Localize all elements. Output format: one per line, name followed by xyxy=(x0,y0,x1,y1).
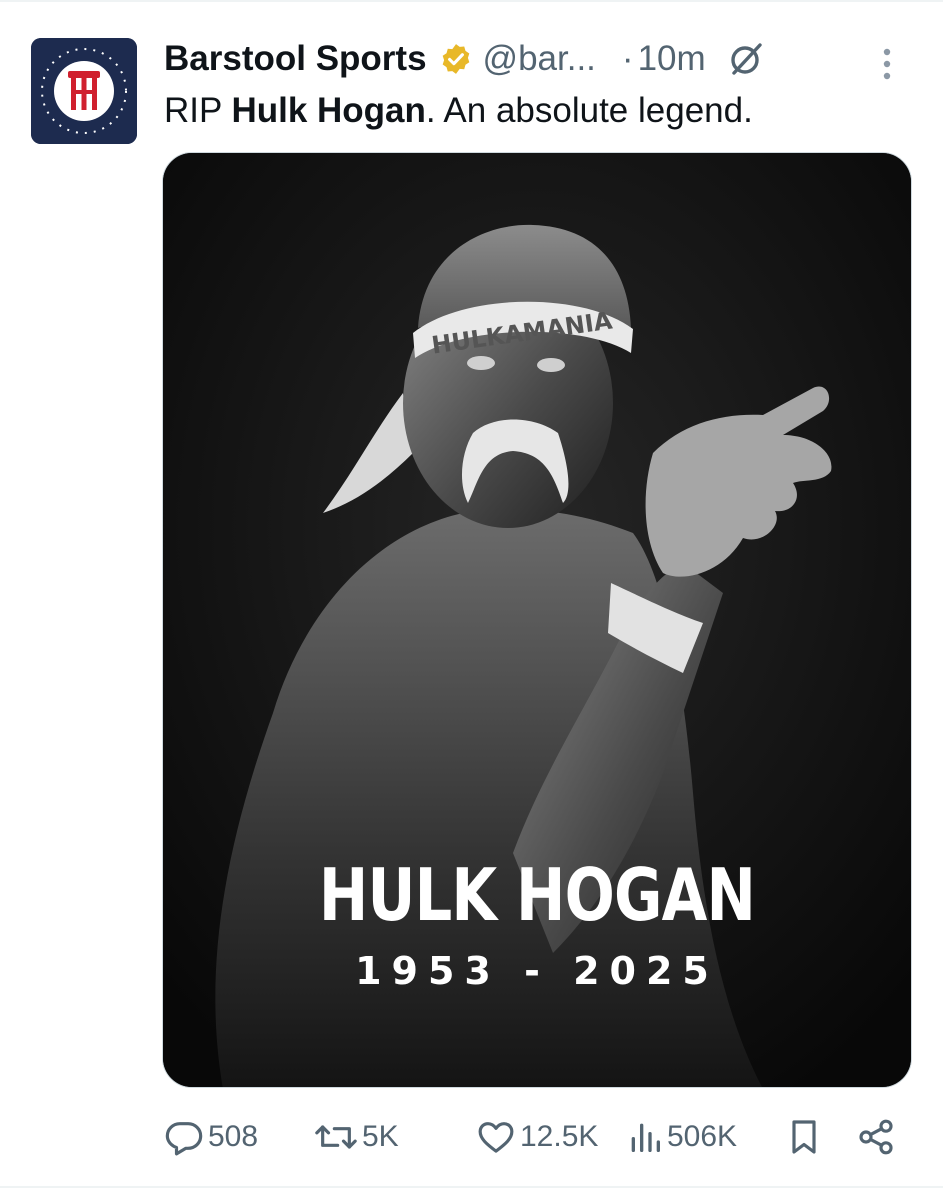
memorial-years: 1953 - 2025 xyxy=(355,949,719,993)
view-count: 506K xyxy=(667,1120,738,1153)
verified-badge-icon xyxy=(439,42,473,76)
post-image[interactable]: HULKAMANIA HULK HOGAN 1953 - 2025 xyxy=(162,152,912,1088)
bottom-divider xyxy=(0,1186,943,1188)
more-vertical-icon[interactable] xyxy=(876,44,898,84)
avatar-barstool-logo[interactable] xyxy=(31,38,137,144)
post-text-suffix: . An absolute legend. xyxy=(425,91,753,130)
like-count: 12.5K xyxy=(520,1120,599,1153)
display-name[interactable]: Barstool Sports xyxy=(164,39,427,79)
heart-icon xyxy=(478,1122,514,1153)
top-divider xyxy=(0,0,943,2)
memorial-title: HULK HOGAN xyxy=(318,853,756,937)
wrestler-photo: HULKAMANIA xyxy=(163,153,911,1087)
views-icon xyxy=(631,1123,660,1152)
share-icon xyxy=(859,1119,893,1155)
post-header: Barstool Sports @bar... · 10m xyxy=(164,36,904,82)
user-handle[interactable]: @bar... xyxy=(483,39,596,79)
repost-icon xyxy=(315,1125,357,1149)
grok-icon[interactable] xyxy=(726,39,766,79)
post-text-prefix: RIP xyxy=(164,91,232,130)
post-text: RIP Hulk Hogan. An absolute legend. xyxy=(164,88,753,134)
post-timestamp[interactable]: 10m xyxy=(638,39,706,79)
bookmark-icon xyxy=(792,1120,816,1154)
separator-dot: · xyxy=(621,39,634,78)
post-text-bold: Hulk Hogan xyxy=(231,91,426,130)
bookmark-button[interactable] xyxy=(784,1112,824,1162)
like-button[interactable]: 12.5K xyxy=(476,1112,598,1162)
reply-count: 508 xyxy=(208,1120,259,1153)
reply-icon xyxy=(165,1122,203,1156)
views-button[interactable]: 506K xyxy=(627,1112,737,1162)
action-bar: 508 5K 12.5K 506K xyxy=(164,1112,904,1162)
reply-button[interactable]: 508 xyxy=(164,1112,258,1162)
repost-button[interactable]: 5K xyxy=(314,1112,399,1162)
share-button[interactable] xyxy=(856,1112,896,1162)
repost-count: 5K xyxy=(362,1120,399,1153)
